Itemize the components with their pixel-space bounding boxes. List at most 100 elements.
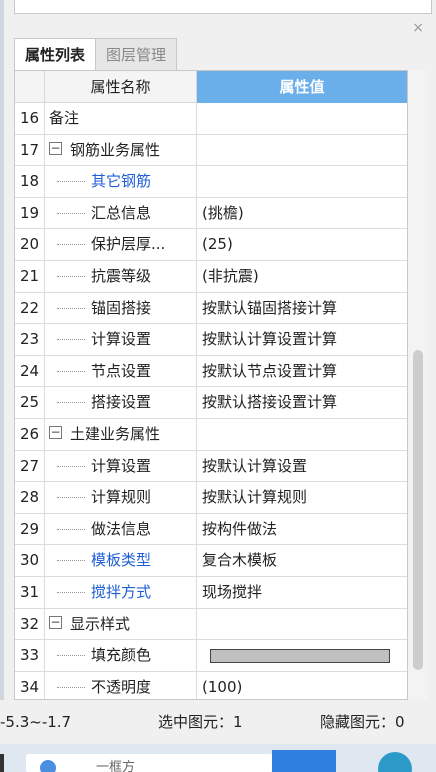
property-value-cell[interactable]: 按默认搭接设置计算: [197, 387, 407, 418]
tab-layer-management[interactable]: 图层管理: [95, 38, 178, 70]
taskbar-search-button[interactable]: [272, 750, 336, 772]
top-panel-area: [4, 0, 436, 22]
property-name-cell[interactable]: 模板类型: [45, 545, 197, 576]
table-row[interactable]: 20 保护层厚... (25): [15, 229, 407, 261]
row-number: 27: [15, 450, 45, 482]
property-value-cell[interactable]: 按默认计算设置计算: [197, 324, 407, 355]
browser-icon[interactable]: [378, 752, 412, 772]
row-number: 26: [15, 418, 45, 450]
coordinate-range: -5.3~-1.7: [0, 713, 72, 731]
panel-tabs: 属性列表 图层管理: [14, 38, 178, 70]
property-value-cell[interactable]: [197, 640, 407, 671]
table-row[interactable]: 26− 土建业务属性: [15, 418, 407, 451]
taskbar-edge-block: [0, 754, 4, 772]
property-value-cell[interactable]: [197, 103, 407, 134]
property-name-cell[interactable]: 其它钢筋: [45, 166, 197, 197]
table-row[interactable]: 24 节点设置 按默认节点设置计算: [15, 355, 407, 388]
property-name-cell: − 显示样式: [45, 608, 197, 640]
collapse-toggle-icon[interactable]: −: [49, 425, 62, 439]
property-name-cell: 计算设置: [45, 450, 197, 482]
table-row[interactable]: 29 做法信息 按构件做法: [15, 513, 407, 546]
tab-property-list[interactable]: 属性列表: [14, 38, 97, 70]
property-name-cell: 节点设置: [45, 355, 197, 387]
vertical-scrollbar[interactable]: [408, 70, 428, 700]
property-name-cell: 不透明度: [45, 671, 197, 699]
property-rows: 16 备注 17− 钢筋业务属性 18 其它钢筋 19 汇总信息 (挑檐) 20 保护层厚... (2…: [15, 103, 407, 699]
property-value-cell[interactable]: 按默认计算规则: [197, 482, 407, 513]
property-name-label: 备注: [49, 109, 80, 127]
search-logo-icon: [40, 760, 56, 772]
row-number: 29: [15, 513, 45, 545]
property-name-label: 计算设置: [91, 456, 152, 475]
property-name-label: 抗震等级: [91, 266, 152, 285]
property-value-cell[interactable]: (100): [197, 672, 407, 699]
property-value-cell[interactable]: [197, 609, 407, 640]
table-row[interactable]: 33 填充颜色: [15, 640, 407, 672]
row-number: 21: [15, 260, 45, 292]
property-value-cell[interactable]: 按默认节点设置计算: [197, 356, 407, 387]
property-name-cell: 锚固搭接: [45, 292, 197, 324]
property-name-cell: 搭接设置: [45, 387, 197, 418]
table-row[interactable]: 30 模板类型 复合木模板: [15, 545, 407, 577]
table-row[interactable]: 16 备注: [15, 103, 407, 135]
property-value-cell[interactable]: (非抗震): [197, 261, 407, 292]
property-name-label: 模板类型: [91, 551, 152, 570]
scrollbar-thumb[interactable]: [413, 350, 423, 670]
selected-count: 选中图元：1: [158, 713, 243, 731]
property-name-label: 土建业务属性: [70, 424, 161, 443]
row-number: 32: [15, 608, 45, 640]
table-row[interactable]: 23 计算设置 按默认计算设置计算: [15, 324, 407, 356]
taskbar-search-input[interactable]: [26, 754, 272, 772]
table-row[interactable]: 28 计算规则 按默认计算规则: [15, 482, 407, 514]
table-row[interactable]: 18 其它钢筋: [15, 166, 407, 198]
property-name-label: 汇总信息: [91, 203, 152, 222]
property-name-cell: 保护层厚...: [45, 229, 197, 260]
property-value-cell[interactable]: [197, 419, 407, 450]
close-icon[interactable]: ×: [412, 20, 424, 36]
property-value-cell[interactable]: 现场搅拌: [197, 577, 407, 608]
collapse-toggle-icon[interactable]: −: [49, 615, 62, 629]
table-row[interactable]: 32− 显示样式: [15, 608, 407, 641]
property-name-cell: 备注: [45, 103, 197, 134]
property-name-cell: 做法信息: [45, 513, 197, 545]
property-value-cell[interactable]: 复合木模板: [197, 545, 407, 576]
panel-title-bar: ×: [4, 20, 436, 38]
table-row[interactable]: 21 抗震等级 (非抗震): [15, 260, 407, 293]
property-name-cell: − 土建业务属性: [45, 418, 197, 450]
property-name-label: 搭接设置: [91, 393, 152, 412]
table-row[interactable]: 34 不透明度 (100): [15, 671, 407, 699]
header-property-name[interactable]: 属性名称: [45, 71, 197, 103]
status-bar: -5.3~-1.7 选中图元：1 隐藏图元：0: [0, 700, 436, 744]
table-row[interactable]: 22 锚固搭接 按默认锚固搭接计算: [15, 292, 407, 325]
hidden-count: 隐藏图元：0: [320, 713, 405, 731]
table-row[interactable]: 19 汇总信息 (挑檐): [15, 197, 407, 230]
property-name-cell[interactable]: 搅拌方式: [45, 576, 197, 608]
property-name-label: 计算规则: [91, 488, 152, 507]
property-value-cell[interactable]: 按默认计算设置: [197, 451, 407, 482]
property-name-cell: 计算设置: [45, 324, 197, 355]
property-name-cell: 抗震等级: [45, 260, 197, 292]
table-row[interactable]: 17− 钢筋业务属性: [15, 134, 407, 167]
table-row[interactable]: 25 搭接设置 按默认搭接设置计算: [15, 387, 407, 419]
row-number: 34: [15, 671, 45, 699]
table-row[interactable]: 31 搅拌方式 现场搅拌: [15, 576, 407, 609]
property-value-cell[interactable]: [197, 135, 407, 166]
row-number: 20: [15, 229, 45, 260]
table-row[interactable]: 27 计算设置 按默认计算设置: [15, 450, 407, 483]
property-grid-header: 属性名称 属性值: [15, 71, 407, 103]
property-value-cell[interactable]: (25): [197, 229, 407, 260]
property-value-cell[interactable]: 按构件做法: [197, 514, 407, 545]
row-number: 31: [15, 576, 45, 608]
property-value-cell[interactable]: [197, 166, 407, 197]
header-property-value[interactable]: 属性值: [197, 71, 407, 103]
property-name-cell: − 钢筋业务属性: [45, 134, 197, 166]
row-number: 22: [15, 292, 45, 324]
property-grid: 属性名称 属性值 16 备注 17− 钢筋业务属性 18 其它钢筋 19 汇总信息 (挑檐) 20…: [14, 70, 408, 700]
row-number: 28: [15, 482, 45, 513]
property-value-cell[interactable]: (挑檐): [197, 198, 407, 229]
fill-color-swatch[interactable]: [210, 648, 390, 663]
property-value-cell[interactable]: 按默认锚固搭接计算: [197, 293, 407, 324]
row-number: 23: [15, 324, 45, 355]
property-name-label: 保护层厚...: [91, 235, 166, 254]
collapse-toggle-icon[interactable]: −: [49, 141, 62, 155]
